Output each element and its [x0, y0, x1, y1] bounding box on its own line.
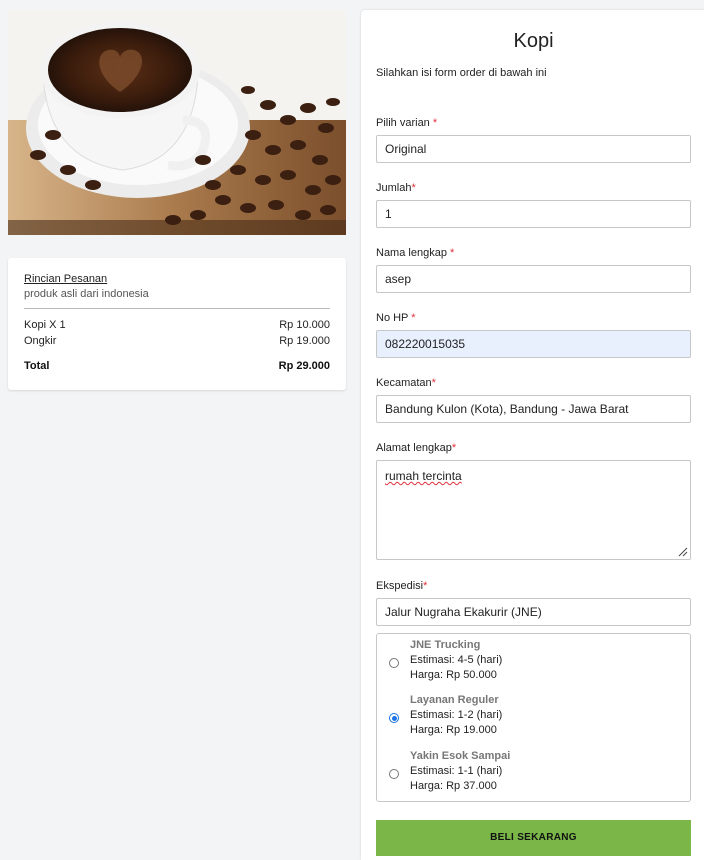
shipping-option[interactable]: JNE Trucking Estimasi: 4-5 (hari) Harga:… — [377, 638, 690, 688]
order-summary-card: Rincian Pesanan produk asli dari indones… — [8, 258, 346, 390]
coffee-cup-image — [8, 10, 346, 235]
ekspedisi-select[interactable]: Jalur Nugraha Ekakurir (JNE) — [376, 598, 691, 626]
shipping-name: Layanan Reguler — [410, 694, 499, 706]
radio-layanan-reguler[interactable] — [389, 713, 399, 723]
varian-select[interactable]: Original — [376, 135, 691, 163]
field-kecamatan: Kecamatan* Bandung Kulon (Kota), Bandung… — [376, 376, 691, 423]
summary-total-value: Rp 29.000 — [278, 360, 330, 372]
buy-now-button[interactable]: BELI SEKARANG — [376, 820, 691, 856]
shipping-price: Harga: Rp 37.000 — [410, 780, 497, 792]
summary-subtitle: produk asli dari indonesia — [24, 288, 149, 300]
summary-row-value: Rp 19.000 — [279, 335, 330, 347]
alamat-text: rumah tercinta — [385, 469, 462, 483]
summary-row-value: Rp 10.000 — [279, 319, 330, 331]
summary-total-label: Total — [24, 360, 50, 372]
summary-row: Ongkir Rp 19.000 — [24, 333, 330, 349]
shipping-options: JNE Trucking Estimasi: 4-5 (hari) Harga:… — [376, 633, 691, 802]
nama-label: Nama lengkap * — [376, 247, 455, 259]
summary-title[interactable]: Rincian Pesanan — [24, 272, 330, 287]
jumlah-label: Jumlah* — [376, 182, 416, 194]
shipping-price: Harga: Rp 19.000 — [410, 724, 497, 736]
field-varian: Pilih varian * Original — [376, 116, 691, 163]
hp-input[interactable]: 082220015035 — [376, 330, 691, 358]
radio-yakin-esok-sampai[interactable] — [389, 769, 399, 779]
order-form: Kopi Silahkan isi form order di bawah in… — [361, 10, 704, 860]
field-jumlah: Jumlah* 1 — [376, 181, 691, 228]
jumlah-input[interactable]: 1 — [376, 200, 691, 228]
shipping-estimate: Estimasi: 1-1 (hari) — [410, 765, 503, 777]
kecamatan-label: Kecamatan* — [376, 377, 436, 389]
product-image — [8, 10, 346, 235]
nama-input[interactable]: asep — [376, 265, 691, 293]
kecamatan-input[interactable]: Bandung Kulon (Kota), Bandung - Jawa Bar… — [376, 395, 691, 423]
field-alamat: Alamat lengkap* rumah tercinta — [376, 441, 691, 560]
shipping-option[interactable]: Layanan Reguler Estimasi: 1-2 (hari) Har… — [377, 693, 690, 743]
shipping-option[interactable]: Yakin Esok Sampai Estimasi: 1-1 (hari) H… — [377, 749, 690, 799]
form-title: Kopi — [513, 30, 554, 52]
field-ekspedisi: Ekspedisi* Jalur Nugraha Ekakurir (JNE) — [376, 579, 691, 626]
field-hp: No HP * 082220015035 — [376, 311, 691, 358]
summary-row-label: Kopi X 1 — [24, 319, 66, 331]
summary-divider — [24, 308, 330, 309]
shipping-name: JNE Trucking — [410, 639, 481, 651]
form-intro: Silahkan isi form order di bawah ini — [376, 67, 547, 79]
hp-label: No HP * — [376, 312, 416, 324]
ekspedisi-label: Ekspedisi* — [376, 580, 428, 592]
varian-label: Pilih varian * — [376, 117, 438, 129]
summary-row-label: Ongkir — [24, 335, 57, 347]
field-nama: Nama lengkap * asep — [376, 246, 691, 293]
shipping-estimate: Estimasi: 4-5 (hari) — [410, 654, 503, 666]
shipping-estimate: Estimasi: 1-2 (hari) — [410, 709, 503, 721]
summary-row: Kopi X 1 Rp 10.000 — [24, 317, 330, 333]
shipping-price: Harga: Rp 50.000 — [410, 669, 497, 681]
radio-jne-trucking[interactable] — [389, 658, 399, 668]
alamat-textarea[interactable]: rumah tercinta — [376, 460, 691, 560]
resize-handle-icon[interactable] — [678, 547, 688, 557]
alamat-label: Alamat lengkap* — [376, 442, 457, 454]
summary-total: Total Rp 29.000 — [24, 360, 330, 372]
shipping-name: Yakin Esok Sampai — [410, 750, 511, 762]
